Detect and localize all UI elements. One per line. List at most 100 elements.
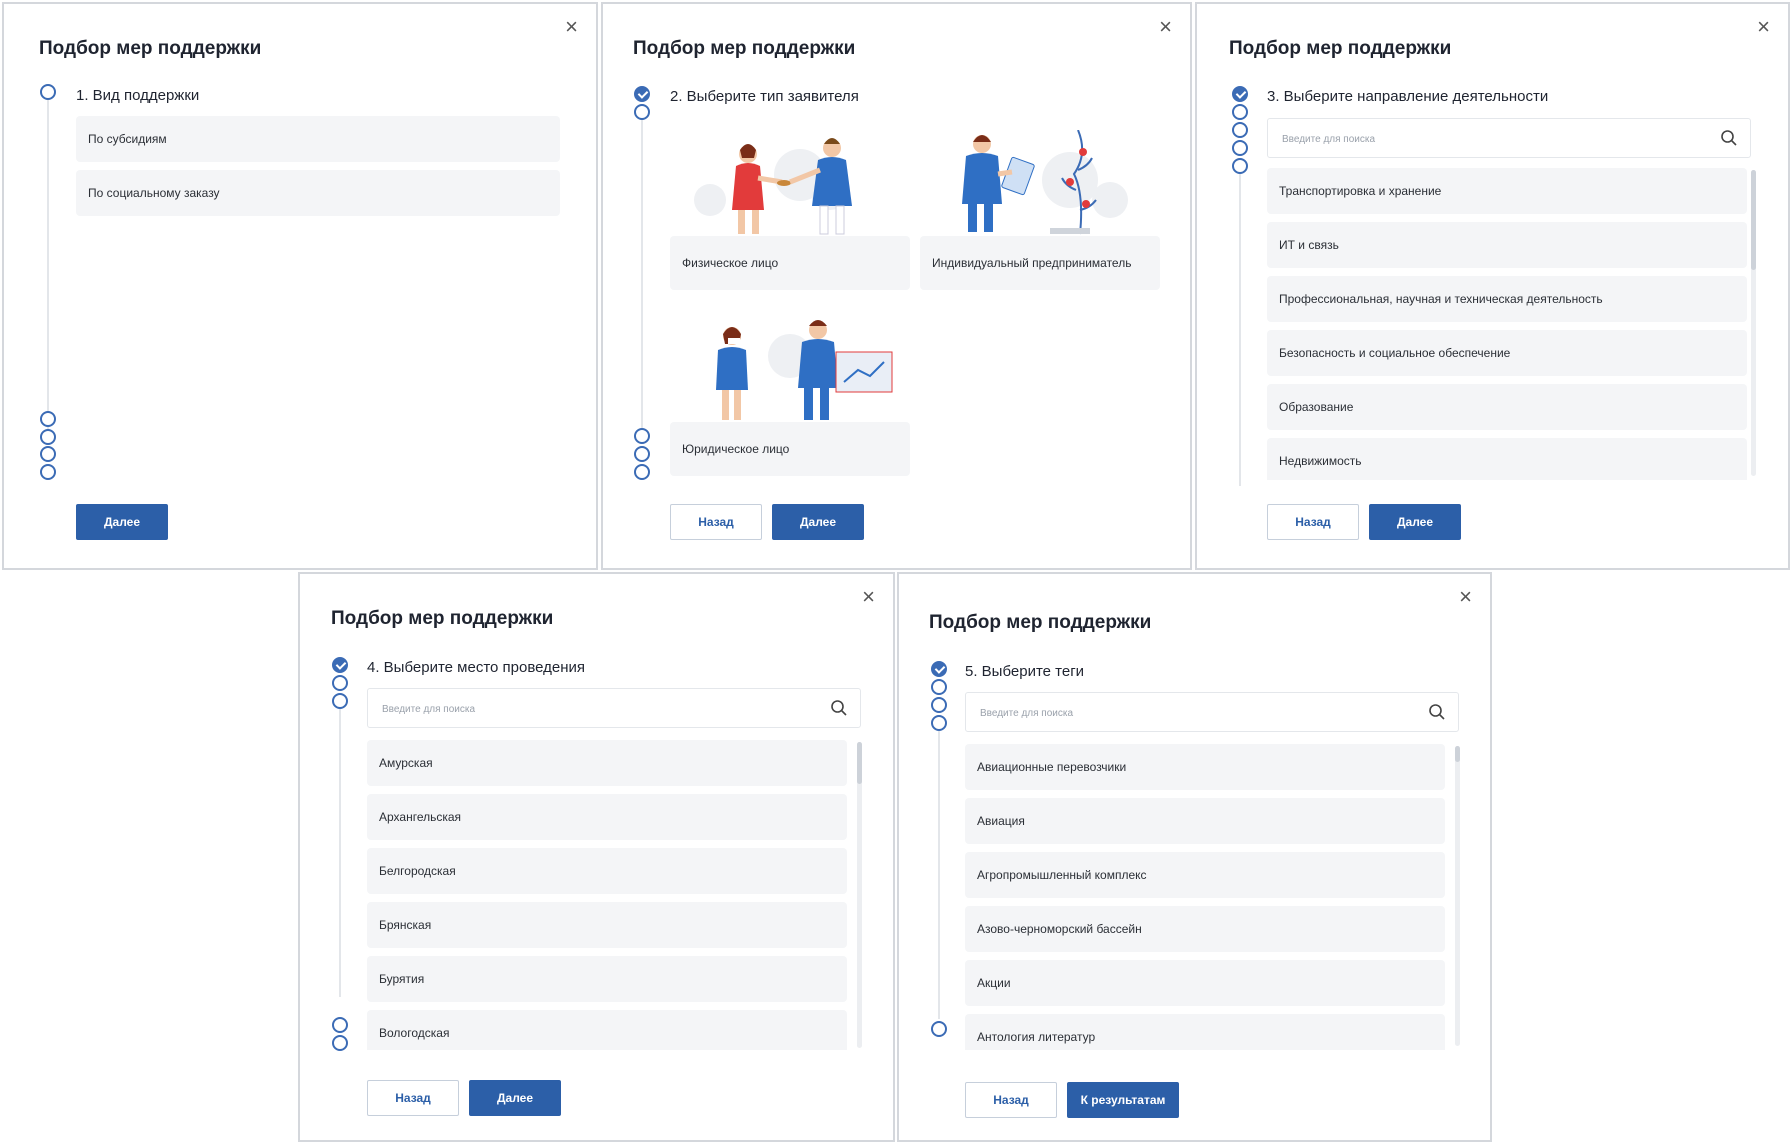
option-legal-entity[interactable]: Юридическое лицо: [670, 422, 910, 476]
wizard-panel-step-5: × Подбор мер поддержки 5. Выберите теги …: [897, 572, 1492, 1142]
list-item[interactable]: Акции: [965, 960, 1445, 1006]
search-icon[interactable]: [1428, 703, 1446, 721]
list-item[interactable]: Безопасность и социальное обеспечение: [1267, 330, 1747, 376]
list-item[interactable]: Транспортировка и хранение: [1267, 168, 1747, 214]
search-field[interactable]: [367, 688, 861, 729]
wizard-panel-step-4: × Подбор мер поддержки 4. Выберите место…: [298, 572, 895, 1142]
step-indicator-done: [931, 697, 947, 713]
person-tablet-illustration: [962, 130, 1128, 235]
step-indicator-done: [1232, 104, 1248, 120]
modal-title: Подбор мер поддержки: [1229, 38, 1452, 59]
search-input[interactable]: [380, 689, 778, 729]
list-item[interactable]: Амурская: [367, 740, 847, 786]
scrollbar-thumb[interactable]: [857, 742, 862, 784]
scrollbar-thumb[interactable]: [1455, 746, 1460, 762]
modal-title: Подбор мер поддержки: [633, 38, 856, 59]
stepper: [40, 84, 56, 484]
scrollbar[interactable]: [857, 742, 862, 1048]
step-indicator-pending: [1232, 158, 1248, 174]
close-icon[interactable]: ×: [1159, 16, 1172, 38]
step-indicator-pending: [634, 428, 650, 444]
step-title: 5. Выберите теги: [965, 663, 1085, 680]
wizard-panel-step-1: × Подбор мер поддержки 1. Вид поддержки …: [2, 2, 598, 570]
stepper-line: [47, 100, 49, 430]
back-button[interactable]: Назад: [367, 1080, 459, 1116]
list-item[interactable]: Образование: [1267, 384, 1747, 430]
next-button[interactable]: Далее: [1369, 504, 1461, 540]
list-item[interactable]: ИТ и связь: [1267, 222, 1747, 268]
search-icon[interactable]: [1720, 129, 1738, 147]
step-indicator-done: [332, 693, 348, 709]
modal-title: Подбор мер поддержки: [929, 612, 1152, 633]
close-icon[interactable]: ×: [862, 586, 875, 608]
tag-list[interactable]: Авиационные перевозчики Авиация Агропром…: [965, 744, 1459, 1050]
step-indicator-pending: [40, 464, 56, 480]
search-field[interactable]: [965, 692, 1459, 733]
step-title: 1. Вид поддержки: [76, 87, 200, 104]
search-input[interactable]: [978, 693, 1376, 733]
list-item[interactable]: Азово-черноморский бассейн: [965, 906, 1445, 952]
list-item[interactable]: Профессиональная, научная и техническая …: [1267, 276, 1747, 322]
people-handshake-illustration: [694, 138, 852, 235]
next-button[interactable]: Далее: [76, 504, 168, 540]
step-indicator-pending: [332, 1035, 348, 1051]
step-title: 2. Выберите тип заявителя: [670, 88, 859, 105]
search-input[interactable]: [1280, 119, 1670, 159]
step-indicator-pending: [634, 464, 650, 480]
step-title: 4. Выберите место проведения: [367, 659, 586, 676]
wizard-panel-step-3: × Подбор мер поддержки 3. Выберите напра…: [1195, 2, 1790, 570]
list-item[interactable]: Брянская: [367, 902, 847, 948]
list-item[interactable]: Недвижимость: [1267, 438, 1747, 480]
back-button[interactable]: Назад: [965, 1082, 1057, 1118]
next-button[interactable]: Далее: [772, 504, 864, 540]
step-indicator-pending: [40, 446, 56, 462]
stepper: [634, 86, 650, 486]
list-item[interactable]: Авиация: [965, 798, 1445, 844]
stepper: [931, 661, 947, 1061]
step-indicator-done: [931, 661, 947, 677]
step-indicator-pending: [40, 411, 56, 427]
wizard-panel-step-2: × Подбор мер поддержки 2. Выберите тип з…: [601, 2, 1192, 570]
close-icon[interactable]: ×: [565, 16, 578, 38]
modal-title: Подбор мер поддержки: [331, 608, 554, 629]
step-indicator-current: [931, 1021, 947, 1037]
close-icon[interactable]: ×: [1757, 16, 1770, 38]
scrollbar-thumb[interactable]: [1751, 170, 1756, 270]
option-subsidies[interactable]: По субсидиям: [76, 116, 560, 162]
step-indicator-done: [332, 657, 348, 673]
close-icon[interactable]: ×: [1459, 586, 1472, 608]
next-button[interactable]: Далее: [469, 1080, 561, 1116]
option-social-order[interactable]: По социальному заказу: [76, 170, 560, 216]
step-indicator-done: [332, 675, 348, 691]
scrollbar[interactable]: [1455, 746, 1460, 1046]
step-indicator-current: [40, 84, 56, 100]
list-item[interactable]: Архангельская: [367, 794, 847, 840]
list-item[interactable]: Авиационные перевозчики: [965, 744, 1445, 790]
step-indicator-done: [1232, 86, 1248, 102]
list-item[interactable]: Вологодская: [367, 1010, 847, 1050]
step-title: 3. Выберите направление деятельности: [1267, 88, 1549, 105]
stepper-line: [339, 707, 341, 997]
activity-list[interactable]: Транспортировка и хранение ИТ и связь Пр…: [1267, 168, 1761, 480]
step-indicator-pending: [634, 446, 650, 462]
search-icon[interactable]: [830, 699, 848, 717]
step-indicator-done: [931, 679, 947, 695]
option-individual[interactable]: Физическое лицо: [670, 236, 910, 290]
scrollbar[interactable]: [1751, 170, 1756, 476]
search-field[interactable]: [1267, 118, 1751, 159]
region-list[interactable]: Амурская Архангельская Белгородская Брян…: [367, 740, 861, 1050]
step-indicator-current: [1232, 122, 1248, 138]
stepper: [1232, 86, 1248, 486]
list-item[interactable]: Антология литератур: [965, 1014, 1445, 1050]
option-entrepreneur[interactable]: Индивидуальный предприниматель: [920, 236, 1160, 290]
step-indicator-pending: [40, 429, 56, 445]
step-indicator-current: [332, 1017, 348, 1033]
results-button[interactable]: К результатам: [1067, 1082, 1179, 1118]
back-button[interactable]: Назад: [1267, 504, 1359, 540]
list-item[interactable]: Бурятия: [367, 956, 847, 1002]
list-item[interactable]: Агропромышленный комплекс: [965, 852, 1445, 898]
back-button[interactable]: Назад: [670, 504, 762, 540]
stepper-line: [641, 116, 643, 428]
list-item[interactable]: Белгородская: [367, 848, 847, 894]
step-indicator-current: [634, 104, 650, 120]
